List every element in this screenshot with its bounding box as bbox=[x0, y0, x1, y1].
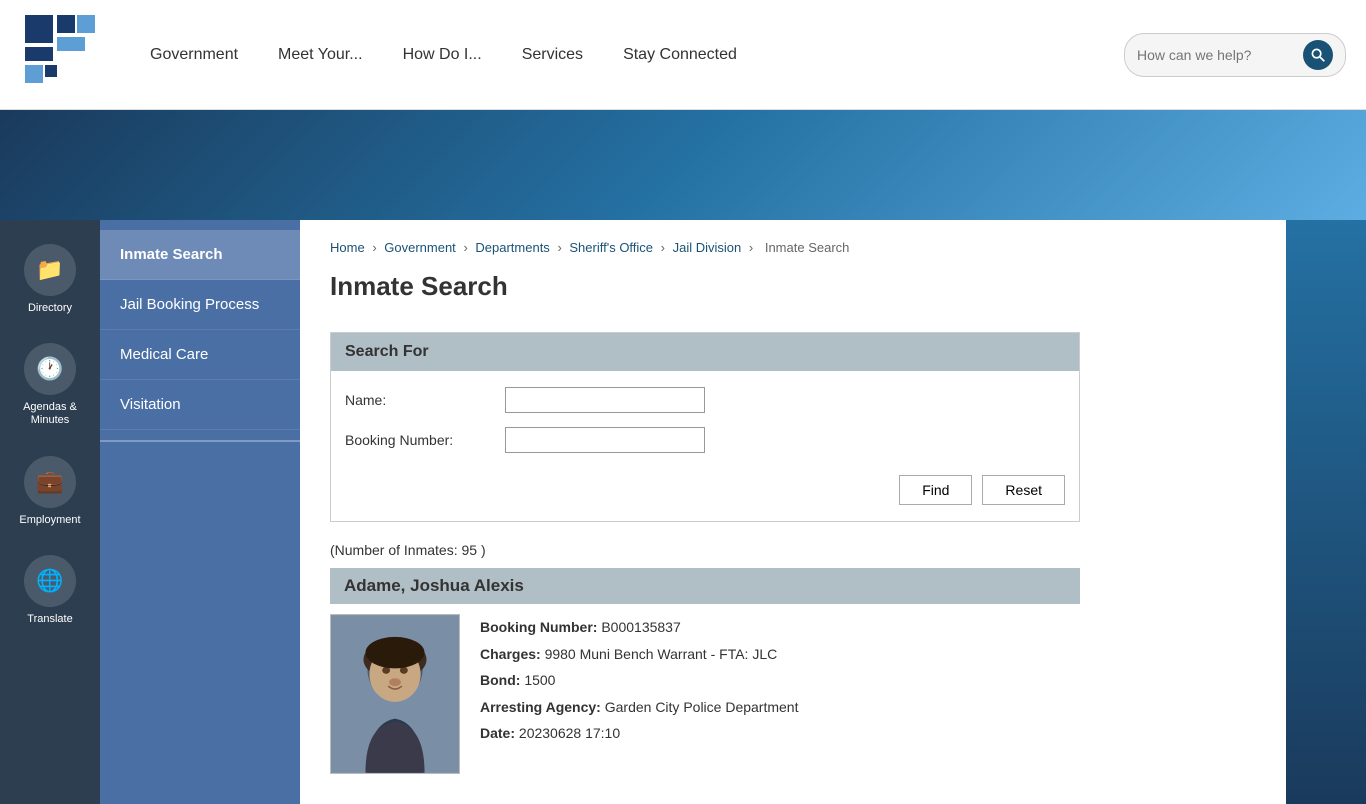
arresting-agency-label: Arresting Agency: bbox=[480, 699, 601, 715]
bond-label: Bond: bbox=[480, 672, 520, 688]
hero-banner bbox=[0, 110, 1366, 220]
translate-icon: 🌐 bbox=[24, 555, 76, 607]
name-label: Name: bbox=[345, 392, 505, 408]
nav-services[interactable]: Services bbox=[522, 46, 583, 64]
date-label: Date: bbox=[480, 725, 515, 741]
header-search-button[interactable] bbox=[1303, 40, 1333, 70]
sidebar-label-directory: Directory bbox=[28, 302, 72, 315]
bond-value: 1500 bbox=[524, 672, 555, 688]
sidebar-label-employment: Employment bbox=[19, 514, 80, 527]
inmate-details: Booking Number: B000135837 Charges: 9980… bbox=[480, 614, 1080, 774]
header-search-input[interactable] bbox=[1137, 47, 1297, 63]
search-form-section: Search For Name: Booking Number: Find Re… bbox=[330, 332, 1080, 522]
breadcrumb-sep-1: › bbox=[372, 240, 380, 255]
agendas-icon: 🕐 bbox=[24, 343, 76, 395]
form-buttons: Find Reset bbox=[345, 467, 1065, 505]
breadcrumb-sep-4: › bbox=[661, 240, 669, 255]
booking-form-row: Booking Number: bbox=[345, 427, 1065, 453]
find-button[interactable]: Find bbox=[899, 475, 972, 505]
nav-medical-care[interactable]: Medical Care bbox=[100, 330, 300, 380]
search-form-body: Name: Booking Number: Find Reset bbox=[331, 371, 1079, 521]
breadcrumb-departments[interactable]: Departments bbox=[475, 240, 549, 255]
nav-jail-booking[interactable]: Jail Booking Process bbox=[100, 280, 300, 330]
sidebar-label-agendas: Agendas & Minutes bbox=[8, 401, 92, 427]
breadcrumb-current: Inmate Search bbox=[765, 240, 850, 255]
breadcrumb-sheriffs-office[interactable]: Sheriff's Office bbox=[569, 240, 653, 255]
directory-icon: 📁 bbox=[24, 244, 76, 296]
header-search-box bbox=[1124, 33, 1346, 77]
inmate-name-header: Adame, Joshua Alexis bbox=[330, 568, 1080, 604]
sidebar-label-translate: Translate bbox=[27, 613, 72, 626]
inmate-body: Booking Number: B000135837 Charges: 9980… bbox=[330, 604, 1080, 784]
charges-value: 9980 Muni Bench Warrant - FTA: JLC bbox=[545, 646, 778, 662]
logo-area[interactable] bbox=[20, 10, 110, 100]
search-icon bbox=[1311, 48, 1325, 62]
inmate-photo-svg bbox=[331, 614, 459, 774]
arresting-agency-value: Garden City Police Department bbox=[605, 699, 799, 715]
sidebar-item-agendas[interactable]: 🕐 Agendas & Minutes bbox=[0, 329, 100, 441]
search-form-header: Search For bbox=[331, 333, 1079, 371]
nav-stay-connected[interactable]: Stay Connected bbox=[623, 46, 737, 64]
site-header: Government Meet Your... How Do I... Serv… bbox=[0, 0, 1366, 110]
booking-number-value: B000135837 bbox=[601, 619, 680, 635]
inmate-date: Date: 20230628 17:10 bbox=[480, 720, 1080, 747]
nav-inmate-search[interactable]: Inmate Search bbox=[100, 230, 300, 280]
booking-number-input[interactable] bbox=[505, 427, 705, 453]
reset-button[interactable]: Reset bbox=[982, 475, 1065, 505]
name-input[interactable] bbox=[505, 387, 705, 413]
charges-label: Charges: bbox=[480, 646, 541, 662]
inmates-count: (Number of Inmates: 95 ) bbox=[330, 542, 1256, 558]
nav-how-do-i[interactable]: How Do I... bbox=[403, 46, 482, 64]
content-area: Home › Government › Departments › Sherif… bbox=[300, 220, 1286, 804]
sidebar-item-translate[interactable]: 🌐 Translate bbox=[0, 541, 100, 640]
sidebar-icons: 📁 Directory 🕐 Agendas & Minutes 💼 Employ… bbox=[0, 220, 100, 804]
inmate-arresting-agency: Arresting Agency: Garden City Police Dep… bbox=[480, 694, 1080, 721]
nav-meet-your[interactable]: Meet Your... bbox=[278, 46, 363, 64]
nav-government[interactable]: Government bbox=[150, 46, 238, 64]
breadcrumb-government[interactable]: Government bbox=[384, 240, 456, 255]
booking-number-label: Booking Number: bbox=[480, 619, 597, 635]
employment-icon: 💼 bbox=[24, 456, 76, 508]
breadcrumb-jail-division[interactable]: Jail Division bbox=[673, 240, 742, 255]
breadcrumb-sep-2: › bbox=[463, 240, 471, 255]
breadcrumb-home[interactable]: Home bbox=[330, 240, 365, 255]
page-title: Inmate Search bbox=[330, 271, 1256, 302]
date-value: 20230628 17:10 bbox=[519, 725, 620, 741]
breadcrumb-sep-5: › bbox=[749, 240, 757, 255]
inmate-bond: Bond: 1500 bbox=[480, 667, 1080, 694]
booking-label: Booking Number: bbox=[345, 432, 505, 448]
sidebar-item-directory[interactable]: 📁 Directory bbox=[0, 230, 100, 329]
inmate-booking-number: Booking Number: B000135837 bbox=[480, 614, 1080, 641]
site-logo bbox=[20, 10, 110, 100]
nav-visitation[interactable]: Visitation bbox=[100, 380, 300, 430]
main-layout: 📁 Directory 🕐 Agendas & Minutes 💼 Employ… bbox=[0, 220, 1366, 804]
name-form-row: Name: bbox=[345, 387, 1065, 413]
left-nav: Inmate Search Jail Booking Process Medic… bbox=[100, 220, 300, 804]
sidebar-item-employment[interactable]: 💼 Employment bbox=[0, 442, 100, 541]
inmate-photo bbox=[330, 614, 460, 774]
breadcrumb-sep-3: › bbox=[557, 240, 565, 255]
breadcrumb: Home › Government › Departments › Sherif… bbox=[330, 240, 1256, 255]
right-decorative-bar bbox=[1286, 220, 1366, 804]
inmate-charges: Charges: 9980 Muni Bench Warrant - FTA: … bbox=[480, 641, 1080, 668]
main-nav: Government Meet Your... How Do I... Serv… bbox=[150, 33, 1346, 77]
nav-divider bbox=[100, 440, 300, 442]
